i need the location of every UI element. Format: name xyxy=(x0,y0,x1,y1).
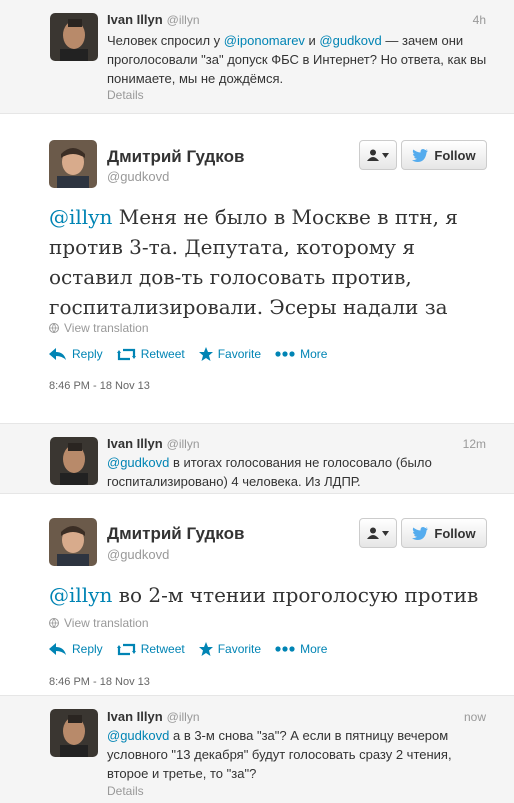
tweet-text: @illyn во 2-м чтении проголосую против xyxy=(49,583,479,607)
avatar[interactable] xyxy=(49,140,97,188)
caret-down-icon xyxy=(382,152,389,158)
tweet-actions: Reply Retweet Favorite More xyxy=(49,347,327,361)
view-translation-link[interactable]: View translation xyxy=(49,616,149,630)
star-icon xyxy=(198,347,213,361)
author-name-text[interactable]: Ivan Illyn xyxy=(107,709,163,724)
author-handle[interactable]: @illyn xyxy=(167,437,200,451)
retweet-button[interactable]: Retweet xyxy=(116,642,185,656)
author-handle[interactable]: @illyn xyxy=(167,13,200,27)
retweet-button[interactable]: Retweet xyxy=(116,347,185,361)
follow-button[interactable]: Follow xyxy=(401,140,487,170)
tweet-text: @illyn Меня не было в Москве в птн, я пр… xyxy=(49,205,458,319)
tweet-compact[interactable]: Ivan Illyn @illyn 12m @gudkovd в итогах г… xyxy=(0,424,514,494)
tweet-expanded: Дмитрий Гудков @gudkovd Follow @illyn во… xyxy=(0,494,514,696)
follow-label: Follow xyxy=(434,525,476,541)
tweet-compact[interactable]: Ivan Illyn @illyn now @gudkovd а в 3-м сн… xyxy=(0,696,514,803)
tweet-text: @gudkovd а в 3-м снова "за"? А если в пя… xyxy=(107,728,452,781)
author-handle[interactable]: @gudkovd xyxy=(107,169,169,184)
tweet-expanded: Дмитрий Гудков @gudkovd Follow @illyn Ме… xyxy=(0,114,514,424)
tweet-timestamp[interactable]: 8:46 PM - 18 Nov 13 xyxy=(49,380,150,392)
bird-icon xyxy=(412,148,429,162)
bird-icon xyxy=(412,526,429,540)
globe-icon xyxy=(49,618,59,628)
retweet-icon xyxy=(116,348,136,360)
star-icon xyxy=(198,642,213,656)
follow-button[interactable]: Follow xyxy=(401,518,487,548)
author-name[interactable]: Дмитрий Гудков xyxy=(107,524,244,544)
avatar[interactable] xyxy=(50,437,98,485)
avatar[interactable] xyxy=(49,518,97,566)
author-name-text[interactable]: Ivan Illyn xyxy=(107,436,163,451)
favorite-button[interactable]: Favorite xyxy=(198,347,261,361)
mention-link[interactable]: @gudkovd xyxy=(107,728,169,743)
user-actions-button[interactable] xyxy=(359,140,397,170)
favorite-button[interactable]: Favorite xyxy=(198,642,261,656)
more-dots-icon xyxy=(275,351,295,357)
avatar[interactable] xyxy=(50,13,98,61)
mention-link[interactable]: @illyn xyxy=(49,205,112,229)
avatar[interactable] xyxy=(50,709,98,757)
view-translation-link[interactable]: View translation xyxy=(49,321,149,335)
author-name-text[interactable]: Ivan Illyn xyxy=(107,12,163,27)
author-handle[interactable]: @illyn xyxy=(167,710,200,724)
author-handle[interactable]: @gudkovd xyxy=(107,547,169,562)
details-link[interactable]: Details xyxy=(107,784,144,798)
globe-icon xyxy=(49,323,59,333)
tweet-text: @gudkovd в итогах голосования не голосов… xyxy=(107,455,432,489)
user-actions-button[interactable] xyxy=(359,518,397,548)
tweet-timestamp[interactable]: 8:46 PM - 18 Nov 13 xyxy=(49,676,150,688)
mention-link[interactable]: @gudkovd xyxy=(319,33,381,48)
person-icon xyxy=(367,527,379,539)
reply-button[interactable]: Reply xyxy=(49,642,103,656)
author-name[interactable]: Ivan Illyn @illyn xyxy=(107,12,200,27)
mention-link[interactable]: @gudkovd xyxy=(107,455,169,470)
follow-label: Follow xyxy=(434,147,476,163)
reply-button[interactable]: Reply xyxy=(49,347,103,361)
mention-link[interactable]: @iponomarev xyxy=(224,33,305,48)
reply-icon xyxy=(49,642,66,655)
tweet-actions: Reply Retweet Favorite More xyxy=(49,642,327,656)
author-name[interactable]: Ivan Illyn @illyn xyxy=(107,436,200,451)
more-button[interactable]: More xyxy=(275,347,327,361)
tweet-time[interactable]: 4h xyxy=(473,13,486,27)
tweet-time[interactable]: 12m xyxy=(463,437,486,451)
tweet-text: Человек спросил у @iponomarev и @gudkovd… xyxy=(107,33,487,86)
mention-link[interactable]: @illyn xyxy=(49,583,112,607)
retweet-icon xyxy=(116,643,136,655)
details-link[interactable]: Details xyxy=(107,88,144,102)
more-dots-icon xyxy=(275,646,295,652)
tweet-time[interactable]: now xyxy=(464,710,486,724)
author-name[interactable]: Дмитрий Гудков xyxy=(107,147,244,167)
reply-icon xyxy=(49,347,66,360)
person-icon xyxy=(367,149,379,161)
more-button[interactable]: More xyxy=(275,642,327,656)
tweet-compact[interactable]: Ivan Illyn @illyn 4h Человек спросил у @i… xyxy=(0,0,514,114)
caret-down-icon xyxy=(382,530,389,536)
author-name[interactable]: Ivan Illyn @illyn xyxy=(107,709,200,724)
